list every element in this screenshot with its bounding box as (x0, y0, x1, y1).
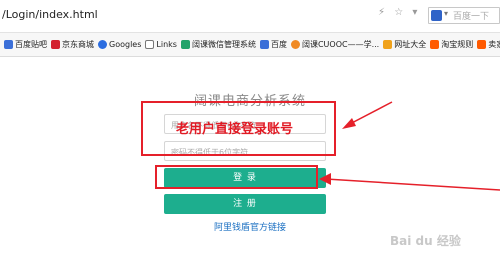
watermark-logo: Bai du 经验 (390, 234, 461, 248)
annotation-box-login (155, 165, 318, 189)
seller-center-icon (477, 40, 487, 49)
taobao-icon (430, 40, 440, 49)
bookmark-jd[interactable]: 京东商城 (51, 39, 94, 50)
baidu-icon (259, 40, 269, 49)
page-icon (180, 40, 190, 49)
register-button[interactable]: 注 册 (164, 194, 326, 214)
aliqiandun-official-link[interactable]: 阿里钱盾官方链接 (148, 220, 352, 233)
browser-search-box[interactable]: ▾ 百度一下 (428, 7, 500, 24)
annotation-text: 老用户直接登录账号 (176, 122, 294, 137)
bookmark-web-directory[interactable]: 网址大全 (383, 39, 426, 50)
address-bar-icons[interactable]: ⚡ ☆ ▾ (378, 7, 420, 18)
folder-icon (145, 40, 155, 49)
cuooc-icon (290, 40, 300, 49)
bookmark-baidu[interactable]: 百度 (259, 39, 287, 50)
bookmarks-bar: 百度贴吧 京东商城 Googles Links 阔课微信管理系统 百度 阔课CU… (0, 33, 500, 57)
web-directory-icon (383, 40, 393, 49)
bookmark-links[interactable]: Links (145, 40, 177, 49)
browser-search-placeholder: 百度一下 (453, 12, 490, 22)
google-icon (98, 40, 107, 49)
address-bar[interactable]: /Login/index.html ⚡ ☆ ▾ ▾ 百度一下 (0, 0, 500, 33)
bookmark-taobao-rules[interactable]: 淘宝规则 (430, 39, 473, 50)
bookmark-kuoke-wechat[interactable]: 阔课微信管理系统 (180, 39, 256, 50)
jd-icon (51, 40, 60, 49)
login-page: 阔课电商分析系统 用户名不得低于6位字符 密码不得低于6位字符 登 录 注 册 … (0, 57, 500, 260)
bookmark-baidu-tieba[interactable]: 百度贴吧 (4, 39, 47, 50)
url-text[interactable]: /Login/index.html (2, 8, 98, 21)
baidu-tieba-icon (4, 40, 13, 49)
bookmark-cuooc[interactable]: 阔课CUOOC——学... (290, 39, 379, 50)
bookmark-seller-center[interactable]: 卖家服务中心 (477, 39, 500, 50)
chevron-down-icon[interactable]: ▾ (444, 9, 448, 18)
search-engine-icon[interactable] (431, 10, 442, 21)
bookmark-googles[interactable]: Googles (98, 40, 141, 49)
